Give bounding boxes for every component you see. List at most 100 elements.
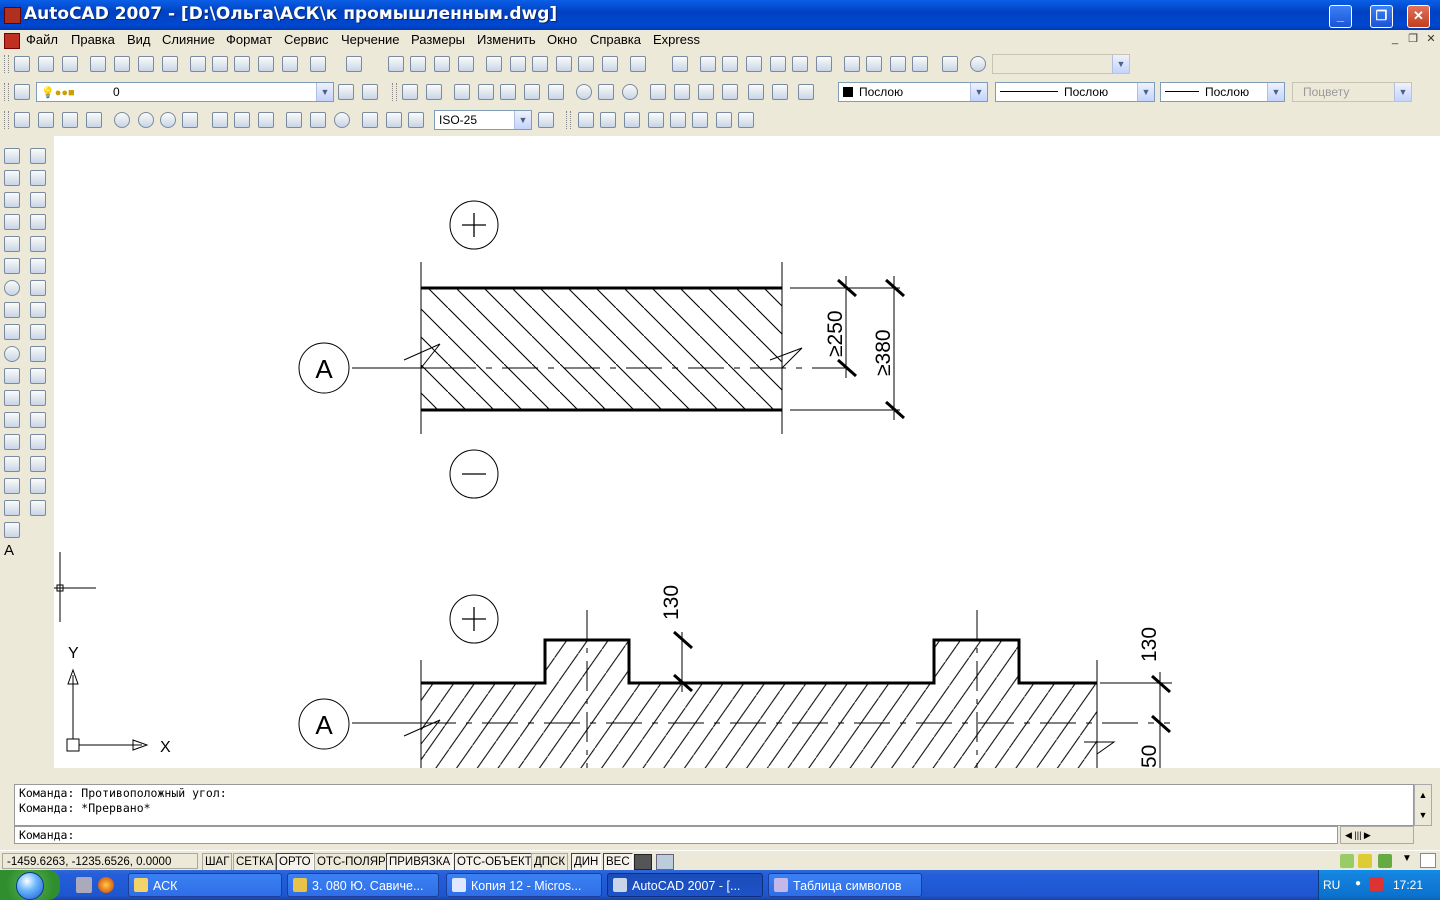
osnap-endpoint-icon[interactable] [426,84,442,100]
dim-ordinate-icon[interactable] [86,112,102,128]
quicklaunch-desktop-icon[interactable] [76,877,92,893]
mdi-close-icon[interactable]: ✕ [1424,32,1438,46]
mdi-minimize-icon[interactable]: _ [1388,32,1402,46]
taskbar-item-charmap[interactable]: Таблица символов [768,873,922,897]
osnap-apparent-icon[interactable] [500,84,516,100]
osnap-insert-icon[interactable] [698,84,714,100]
osnap-extension-icon[interactable] [524,84,540,100]
spline-icon[interactable] [4,324,20,340]
minimize-button[interactable]: _ [1329,5,1352,28]
arc-icon[interactable] [4,258,20,274]
region-icon[interactable] [4,500,20,516]
revision-cloud-icon[interactable] [4,302,20,318]
print-icon[interactable] [90,56,106,72]
layer-previous-icon[interactable] [362,84,378,100]
close-button[interactable]: ✕ [1407,5,1430,28]
multiline-text-tool-icon[interactable]: A [4,542,14,559]
status-dyn[interactable]: ДИН [571,853,602,871]
make-layer-current-icon[interactable] [338,84,354,100]
nw-iso-view-icon[interactable] [912,56,928,72]
make-block-icon[interactable] [4,412,20,428]
save-icon[interactable] [62,56,78,72]
bottom-view-icon[interactable] [722,56,738,72]
layer-manager-icon[interactable] [14,84,30,100]
rectangle-icon[interactable] [4,236,20,252]
dim-radius-icon[interactable] [114,112,130,128]
osnap-parallel-icon[interactable] [674,84,690,100]
scale-text-icon[interactable] [692,112,708,128]
status-grid[interactable]: СЕТКА [233,853,277,871]
line-icon[interactable] [4,148,20,164]
fillet-icon[interactable] [30,478,46,494]
publish-web-icon[interactable] [162,56,178,72]
help-icon[interactable] [630,56,646,72]
scale-icon[interactable] [30,302,46,318]
back-view-icon[interactable] [816,56,832,72]
dim-arc-length-icon[interactable] [62,112,78,128]
menu-edit[interactable]: Правка [71,32,115,47]
right-view-icon[interactable] [770,56,786,72]
insert-block-icon[interactable] [4,390,20,406]
mdi-restore-icon[interactable]: ❐ [1406,32,1420,46]
toolbar-grip[interactable] [4,83,9,101]
coordinates-readout[interactable]: -1459.6263, -1235.6526, 0.0000 [2,853,198,869]
toolbar-grip[interactable] [392,83,397,101]
break-icon[interactable] [30,412,46,428]
menu-dimension[interactable]: Размеры [411,32,465,47]
clean-screen-icon[interactable] [1420,853,1436,868]
linetype-dropdown[interactable]: Послою ▼ [995,82,1155,102]
zoom-realtime-icon[interactable] [410,56,426,72]
circle-icon[interactable] [4,280,20,296]
justify-text-icon[interactable] [716,112,732,128]
ellipse-icon[interactable] [4,346,20,362]
menu-modify[interactable]: Изменить [477,32,536,47]
text-style-icon[interactable] [670,112,686,128]
copy-icon[interactable] [212,56,228,72]
zoom-window-icon[interactable] [434,56,450,72]
status-polar[interactable]: ОТС-ПОЛЯР [314,853,389,871]
multiline-text-icon[interactable] [578,112,594,128]
offset-icon[interactable] [30,214,46,230]
osnap-settings-magnet-icon[interactable] [798,84,814,100]
menu-view[interactable]: Вид [127,32,151,47]
status-snap[interactable]: ШАГ [202,853,233,871]
dim-style-dropdown[interactable]: ISO-25 ▼ [434,110,532,130]
dim-angular-icon[interactable] [182,112,198,128]
dim-jogged-icon[interactable] [138,112,154,128]
status-ortho[interactable]: ОРТО [276,853,314,871]
tolerance-icon[interactable] [310,112,326,128]
erase-icon[interactable] [30,148,46,164]
copy-object-icon[interactable] [30,170,46,186]
dim-edit-icon[interactable] [362,112,378,128]
quicklaunch-browser-icon[interactable] [98,877,114,893]
menu-merge[interactable]: Слияние [162,32,215,47]
status-otrack[interactable]: ОТС-ОБЪЕКТ [454,853,535,871]
status-lwt[interactable]: ВЕС [603,853,633,871]
views-dropdown[interactable]: ▼ [992,54,1130,74]
ellipse-arc-icon[interactable] [4,368,20,384]
front-view-icon[interactable] [792,56,808,72]
stretch-icon[interactable] [30,324,46,340]
print-preview-icon[interactable] [114,56,130,72]
drawing-canvas[interactable]: A ≥250 ≥380 A 130 130 50 Y X [54,136,1440,768]
osnap-intersection-icon[interactable] [478,84,494,100]
lock-toolbars-icon[interactable] [1340,854,1354,868]
tray-network-icon[interactable] [1369,877,1383,891]
osnap-center-icon[interactable] [576,84,592,100]
gradient-icon[interactable] [4,478,20,494]
sw-iso-view-icon[interactable] [844,56,860,72]
center-mark-icon[interactable] [334,112,350,128]
dim-continue-icon[interactable] [258,112,274,128]
osnap-quadrant-icon[interactable] [598,84,614,100]
autocad-app-icon[interactable] [4,7,21,24]
trim-icon[interactable] [30,346,46,362]
cut-icon[interactable] [190,56,206,72]
menu-format[interactable]: Формат [226,32,272,47]
osnap-center-line-icon[interactable] [548,84,564,100]
se-iso-view-icon[interactable] [866,56,882,72]
lineweight-dropdown[interactable]: Послою ▼ [1160,82,1285,102]
communication-center-icon[interactable] [1358,854,1372,868]
break-at-point-icon[interactable] [30,390,46,406]
quick-dim-icon[interactable] [212,112,228,128]
dim-text-edit-icon[interactable] [386,112,402,128]
